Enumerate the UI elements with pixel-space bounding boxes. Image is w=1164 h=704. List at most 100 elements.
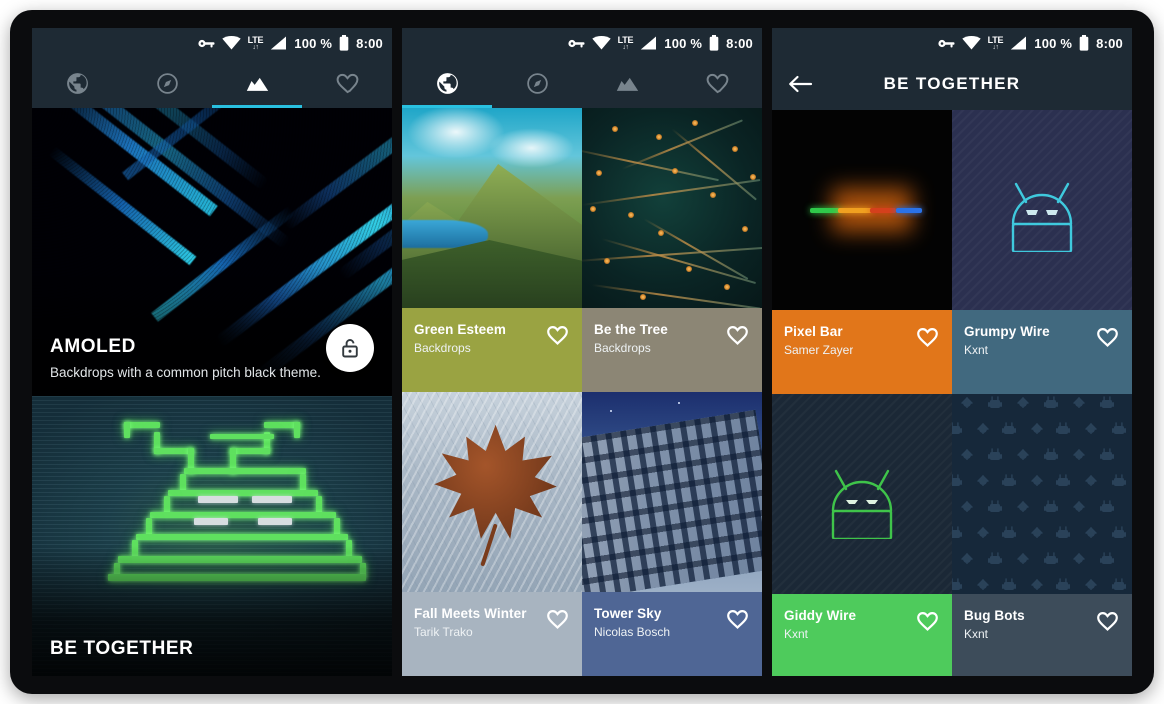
collection-card-amoled[interactable]: AMOLED Backdrops with a common pitch bla… — [32, 108, 392, 396]
heart-icon[interactable] — [545, 607, 570, 635]
wallpaper-card[interactable]: Grumpy Wire Kxnt — [952, 110, 1132, 394]
panels-container: LTE ↓↑ 100 % 8:00 AMOLED Backdrops with … — [32, 28, 1132, 676]
status-bar-1: LTE ↓↑ 100 % 8:00 — [32, 28, 392, 58]
tab-collections[interactable] — [582, 58, 672, 108]
collection-subtitle: Backdrops with a common pitch black them… — [50, 365, 321, 380]
heart-icon[interactable] — [915, 325, 940, 353]
heart-icon[interactable] — [915, 609, 940, 637]
pixel-bar-artwork — [772, 110, 952, 310]
wifi-icon — [591, 36, 611, 50]
tower-night-sky-artwork — [582, 392, 762, 597]
heart-icon[interactable] — [725, 607, 750, 635]
wallpaper-info-bar: Green Esteem Backdrops — [402, 308, 582, 392]
wallpaper-title: Green Esteem — [414, 322, 506, 337]
wallpaper-title: Be the Tree — [594, 322, 668, 337]
wallpaper-card[interactable]: Fall Meets Winter Tarik Trako — [402, 392, 582, 676]
wallpaper-info-bar: Grumpy Wire Kxnt — [952, 310, 1132, 394]
battery-icon — [1079, 35, 1089, 51]
wallpaper-author: Tarik Trako — [414, 625, 473, 639]
tab-favorites[interactable] — [302, 58, 392, 108]
lock-open-icon[interactable] — [326, 324, 374, 372]
battery-icon — [709, 35, 719, 51]
wallpaper-author: Kxnt — [784, 627, 809, 641]
wallpaper-title: Tower Sky — [594, 606, 662, 621]
wallpaper-title: Bug Bots — [964, 608, 1025, 623]
wallpaper-author: Samer Zayer — [784, 343, 854, 357]
lte-icon: LTE ↓↑ — [617, 34, 634, 51]
clock-label: 8:00 — [1096, 35, 1123, 51]
wallpaper-info-bar: Fall Meets Winter Tarik Trako — [402, 592, 582, 676]
wallpaper-thumbnail[interactable] — [952, 394, 1132, 599]
wallpaper-thumbnail[interactable] — [772, 394, 952, 599]
clock-label: 8:00 — [356, 35, 383, 51]
heart-icon[interactable] — [725, 323, 750, 351]
lte-icon: LTE ↓↑ — [987, 34, 1004, 51]
android-head-icon — [1011, 182, 1073, 252]
status-bar-2: LTE ↓↑ 100 % 8:00 — [402, 28, 762, 58]
wallpaper-title: Fall Meets Winter — [414, 606, 527, 621]
collection-card-be-together[interactable]: BE TOGETHER — [32, 396, 392, 676]
wallpaper-card[interactable]: Be the Tree Backdrops — [582, 108, 762, 392]
tab-bar-2 — [402, 58, 762, 108]
wallpaper-thumbnail[interactable] — [402, 108, 582, 308]
signal-icon — [270, 36, 287, 50]
key-icon — [937, 37, 955, 50]
wifi-icon — [961, 36, 981, 50]
mountain-lake-artwork — [402, 108, 582, 308]
wallpaper-info-bar: Pixel Bar Samer Zayer — [772, 310, 952, 394]
wallpaper-grid: Green Esteem Backdrops Be the Tree Backd… — [402, 108, 762, 676]
wallpaper-thumbnail[interactable] — [402, 392, 582, 597]
wallpaper-card[interactable]: Giddy Wire Kxnt — [772, 394, 952, 676]
wallpaper-card[interactable]: Tower Sky Nicolas Bosch — [582, 392, 762, 676]
heart-icon[interactable] — [1095, 609, 1120, 637]
bug-pattern-artwork — [952, 394, 1132, 599]
tab-collections[interactable] — [212, 58, 302, 108]
screenshot-root: LTE ↓↑ 100 % 8:00 AMOLED Backdrops with … — [0, 0, 1164, 704]
tab-explore[interactable] — [122, 58, 212, 108]
wallpaper-author: Backdrops — [594, 341, 651, 355]
wallpaper-title: Giddy Wire — [784, 608, 857, 623]
page-title: BE TOGETHER — [883, 74, 1021, 93]
wallpaper-info-bar: Be the Tree Backdrops — [582, 308, 762, 392]
be-together-card-text: BE TOGETHER — [50, 638, 194, 660]
wallpaper-author: Kxnt — [964, 627, 989, 641]
status-bar-3: LTE ↓↑ 100 % 8:00 — [772, 28, 1132, 58]
tab-home[interactable] — [32, 58, 122, 108]
tab-bar-1 — [32, 58, 392, 108]
signal-icon — [640, 36, 657, 50]
wallpaper-thumbnail[interactable] — [582, 392, 762, 597]
wallpaper-card[interactable]: Green Esteem Backdrops — [402, 108, 582, 392]
wallpaper-title: Pixel Bar — [784, 324, 843, 339]
wallpaper-card[interactable]: Pixel Bar Samer Zayer — [772, 110, 952, 394]
wallpaper-info-bar: Giddy Wire Kxnt — [772, 594, 952, 676]
tab-home[interactable] — [402, 58, 492, 108]
heart-icon[interactable] — [545, 323, 570, 351]
night-branches-artwork — [582, 108, 762, 308]
wallpaper-thumbnail[interactable] — [772, 110, 952, 310]
bug-bots-pattern-icon — [952, 396, 1126, 590]
grumpy-droid-artwork — [952, 110, 1132, 310]
wallpaper-card[interactable]: Bug Bots Kxnt — [952, 394, 1132, 676]
giddy-droid-artwork — [772, 394, 952, 599]
collection-title: AMOLED — [50, 336, 136, 357]
android-head-icon — [831, 469, 893, 539]
detail-toolbar: BE TOGETHER — [772, 58, 1132, 110]
panel-collections: LTE ↓↑ 100 % 8:00 AMOLED Backdrops with … — [32, 28, 392, 676]
wifi-icon — [221, 36, 241, 50]
key-icon — [567, 37, 585, 50]
heart-icon[interactable] — [1095, 325, 1120, 353]
wallpaper-thumbnail[interactable] — [582, 108, 762, 308]
collection-wallpaper-grid: Pixel Bar Samer Zayer Grumpy Wire Kxnt G… — [772, 110, 1132, 676]
key-icon — [197, 37, 215, 50]
tab-explore[interactable] — [492, 58, 582, 108]
wallpaper-author: Backdrops — [414, 341, 471, 355]
battery-percent-label: 100 % — [294, 35, 333, 51]
wallpaper-author: Nicolas Bosch — [594, 625, 671, 639]
device-frame: LTE ↓↑ 100 % 8:00 AMOLED Backdrops with … — [10, 10, 1154, 694]
signal-icon — [1010, 36, 1027, 50]
tab-favorites[interactable] — [672, 58, 762, 108]
wallpaper-author: Kxnt — [964, 343, 989, 357]
collection-title: BE TOGETHER — [50, 638, 194, 659]
wallpaper-thumbnail[interactable] — [952, 110, 1132, 310]
battery-percent-label: 100 % — [1034, 35, 1073, 51]
